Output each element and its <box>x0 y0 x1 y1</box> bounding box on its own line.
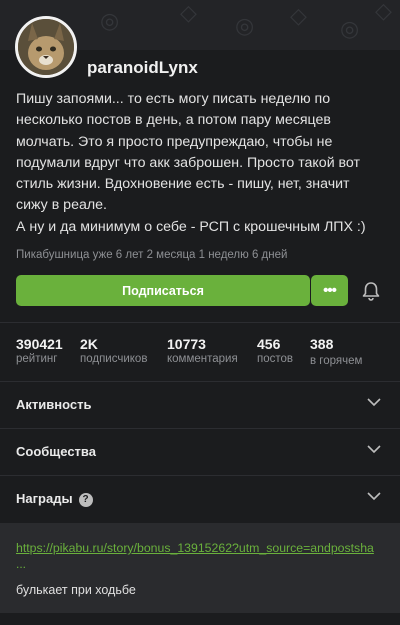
bell-icon-svg <box>362 282 380 301</box>
pattern-icon: ◇ <box>290 3 307 28</box>
subscribe-button[interactable]: Подписаться <box>16 275 310 306</box>
member-since: Пикабушница уже 6 лет 2 месяца 1 неделю … <box>16 249 288 261</box>
pattern-icon: ◎ <box>100 8 120 33</box>
bio-line: стиль жизни. Вдохновение есть - пишу, не… <box>16 176 350 193</box>
bio-text: Пишу запоями... то есть могу писать неде… <box>16 89 388 238</box>
more-options-button[interactable]: ••• <box>311 275 348 306</box>
section-title: Активность <box>16 397 92 412</box>
stat-value: 10773 <box>167 336 206 352</box>
divider <box>0 322 400 323</box>
bio-line: несколько постов в день, а потом пару ме… <box>16 112 331 129</box>
stat-value: 388 <box>310 336 334 352</box>
chevron-down-icon <box>367 398 381 407</box>
bio-line: подумали вдруг что акк заброшен. Просто … <box>16 154 361 171</box>
post-note: булькает при ходьбе <box>16 583 136 597</box>
bio-line: сижу в реале. <box>16 197 107 214</box>
pattern-icon: ◎ <box>340 16 360 41</box>
post-link[interactable]: https://pikabu.ru/story/bonus_13915262?u… <box>16 541 388 555</box>
stat-subscribers[interactable]: 2K подписчиков <box>80 336 147 365</box>
help-icon[interactable]: ? <box>78 492 93 507</box>
stat-label: постов <box>257 353 294 365</box>
username: paranoidLynx <box>87 58 198 77</box>
section-title-wrap: Награды? <box>16 491 93 507</box>
pattern-icon: ◇ <box>180 0 197 25</box>
stat-label: рейтинг <box>16 353 58 365</box>
bio-line: Пишу запоями... то есть могу писать неде… <box>16 91 331 107</box>
stat-value: 456 <box>257 336 281 352</box>
stat-label: комментария <box>167 353 238 365</box>
stat-hot[interactable]: 388 в горячем <box>310 336 362 367</box>
stat-label: в горячем <box>310 355 363 367</box>
section-activity[interactable]: Активность <box>0 382 400 428</box>
avatar[interactable] <box>15 16 77 78</box>
chevron-down-icon <box>367 445 381 454</box>
stat-label: подписчиков <box>80 353 148 365</box>
stat-value: 390421 <box>16 336 63 352</box>
post-link-continuation[interactable]: ... <box>16 557 26 571</box>
pattern-icon: ◎ <box>235 13 255 38</box>
pinned-post-block: https://pikabu.ru/story/bonus_13915262?u… <box>0 523 400 625</box>
stats-row: 390421 рейтинг 2K подписчиков 10773 комм… <box>0 336 400 372</box>
bottom-strip <box>0 613 400 625</box>
section-title: Награды <box>16 491 73 506</box>
bell-icon[interactable] <box>360 280 382 302</box>
pattern-icon: ◇ <box>375 0 392 23</box>
bio-line: А ну и да минимум о себе - РСП с крошечн… <box>16 218 366 235</box>
section-awards[interactable]: Награды? <box>0 476 400 522</box>
section-title: Сообщества <box>16 444 96 459</box>
section-communities[interactable]: Сообщества <box>0 429 400 475</box>
stat-rating[interactable]: 390421 рейтинг <box>16 336 63 365</box>
stat-value: 2K <box>80 336 98 352</box>
bio-line: молчать. Это я просто предупреждаю, чтоб… <box>16 133 333 150</box>
stat-comments[interactable]: 10773 комментария <box>167 336 238 365</box>
chevron-down-icon <box>367 492 381 501</box>
stat-posts[interactable]: 456 постов <box>257 336 293 365</box>
lynx-avatar-icon <box>18 19 74 75</box>
